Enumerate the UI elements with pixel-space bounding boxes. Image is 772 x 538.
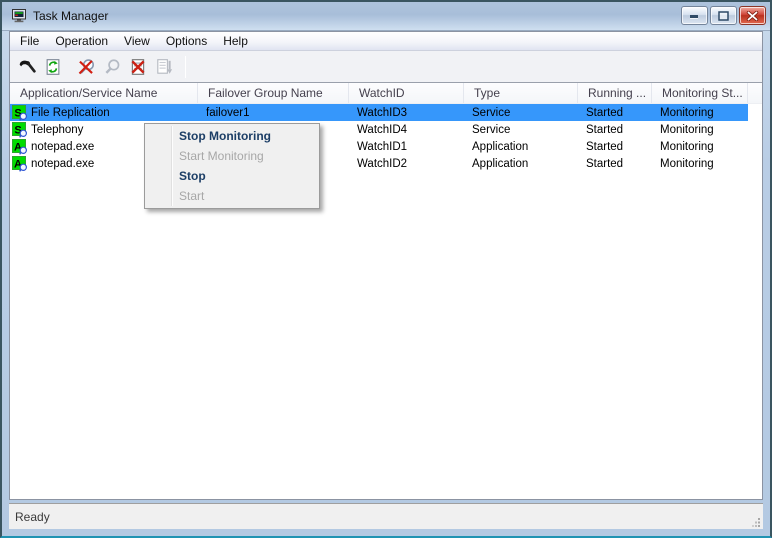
- refresh-button[interactable]: [41, 55, 65, 79]
- menu-operation[interactable]: Operation: [47, 32, 116, 50]
- application-monitored-icon: A: [12, 156, 28, 172]
- row-type: Application: [464, 138, 578, 155]
- row-name: notepad.exe: [31, 158, 94, 170]
- row-type: Service: [464, 104, 578, 121]
- task-manager-window: Task Manager: [2, 2, 770, 536]
- resize-grip[interactable]: [751, 517, 761, 527]
- menu-options[interactable]: Options: [158, 32, 215, 50]
- row-type: Service: [464, 121, 578, 138]
- header-filler: [748, 83, 762, 103]
- minimize-icon: [689, 11, 700, 20]
- menu-view[interactable]: View: [116, 32, 158, 50]
- menu-file[interactable]: File: [12, 32, 47, 50]
- list-header: Application/Service Name Failover Group …: [10, 83, 762, 104]
- list-body: S File Replication failover1 WatchID3 Se…: [10, 104, 762, 499]
- service-monitored-icon: S: [12, 122, 28, 138]
- document-start-icon: [155, 58, 173, 76]
- stop-button[interactable]: [126, 55, 150, 79]
- task-list: Application/Service Name Failover Group …: [10, 82, 762, 499]
- screenshot-frame: Task Manager: [0, 0, 772, 538]
- row-watchid: WatchID3: [349, 104, 464, 121]
- hammer-icon: [18, 58, 36, 76]
- refresh-document-icon: [44, 58, 62, 76]
- context-menu-item-start-monitoring[interactable]: Start Monitoring: [145, 146, 319, 166]
- magnifier-icon: [103, 58, 121, 76]
- status-text: Ready: [15, 510, 50, 524]
- context-menu-item-stop-monitoring[interactable]: Stop Monitoring: [145, 126, 319, 146]
- row-watchid: WatchID2: [349, 155, 464, 172]
- row-running: Started: [578, 121, 652, 138]
- header-application-service-name[interactable]: Application/Service Name: [10, 83, 198, 103]
- row-name: notepad.exe: [31, 141, 94, 153]
- properties-button[interactable]: [15, 55, 39, 79]
- row-running: Started: [578, 104, 652, 121]
- row-monitoring: Monitoring: [652, 104, 748, 121]
- table-row[interactable]: A notepad.exe WatchID1 Application Start…: [10, 138, 748, 155]
- titlebar[interactable]: Task Manager: [2, 2, 770, 31]
- service-monitored-icon: S: [12, 105, 28, 121]
- minimize-button[interactable]: [681, 6, 708, 25]
- window-controls: [681, 2, 766, 25]
- maximize-icon: [718, 11, 729, 21]
- magnifier-stop-icon: [76, 58, 96, 76]
- context-menu-item-stop[interactable]: Stop: [145, 166, 319, 186]
- row-monitoring: Monitoring: [652, 138, 748, 155]
- row-type: Application: [464, 155, 578, 172]
- status-bar: Ready: [9, 503, 763, 529]
- context-menu: Stop Monitoring Start Monitoring Stop St…: [144, 123, 320, 209]
- row-monitoring: Monitoring: [652, 155, 748, 172]
- header-monitoring-status[interactable]: Monitoring St...: [652, 83, 748, 103]
- row-monitoring: Monitoring: [652, 121, 748, 138]
- window-title: Task Manager: [33, 9, 108, 23]
- window-client-area: File Operation View Options Help: [9, 31, 763, 500]
- header-failover-group-name[interactable]: Failover Group Name: [198, 83, 349, 103]
- row-name: Telephony: [31, 124, 83, 136]
- menu-help[interactable]: Help: [215, 32, 256, 50]
- context-menu-item-start[interactable]: Start: [145, 186, 319, 206]
- menu-bar: File Operation View Options Help: [10, 32, 762, 51]
- header-watchid[interactable]: WatchID: [349, 83, 464, 103]
- document-stop-icon: [129, 58, 147, 76]
- toolbar: [10, 51, 762, 82]
- close-button[interactable]: [739, 6, 766, 25]
- table-row[interactable]: S File Replication failover1 WatchID3 Se…: [10, 104, 748, 121]
- close-icon: [746, 11, 759, 21]
- row-running: Started: [578, 138, 652, 155]
- toolbar-separator: [185, 56, 186, 78]
- row-running: Started: [578, 155, 652, 172]
- header-type[interactable]: Type: [464, 83, 578, 103]
- table-row[interactable]: S Telephony WatchID4 Service Started Mon…: [10, 121, 748, 138]
- table-row[interactable]: A notepad.exe WatchID2 Application Start…: [10, 155, 748, 172]
- row-watchid: WatchID4: [349, 121, 464, 138]
- stop-monitoring-button[interactable]: [74, 55, 98, 79]
- row-group: failover1: [198, 104, 349, 121]
- start-button[interactable]: [152, 55, 176, 79]
- computer-icon[interactable]: [11, 8, 27, 24]
- application-monitored-icon: A: [12, 139, 28, 155]
- header-running-status[interactable]: Running ...: [578, 83, 652, 103]
- maximize-button[interactable]: [710, 6, 737, 25]
- row-name: File Replication: [31, 107, 110, 119]
- start-monitoring-button[interactable]: [100, 55, 124, 79]
- row-watchid: WatchID1: [349, 138, 464, 155]
